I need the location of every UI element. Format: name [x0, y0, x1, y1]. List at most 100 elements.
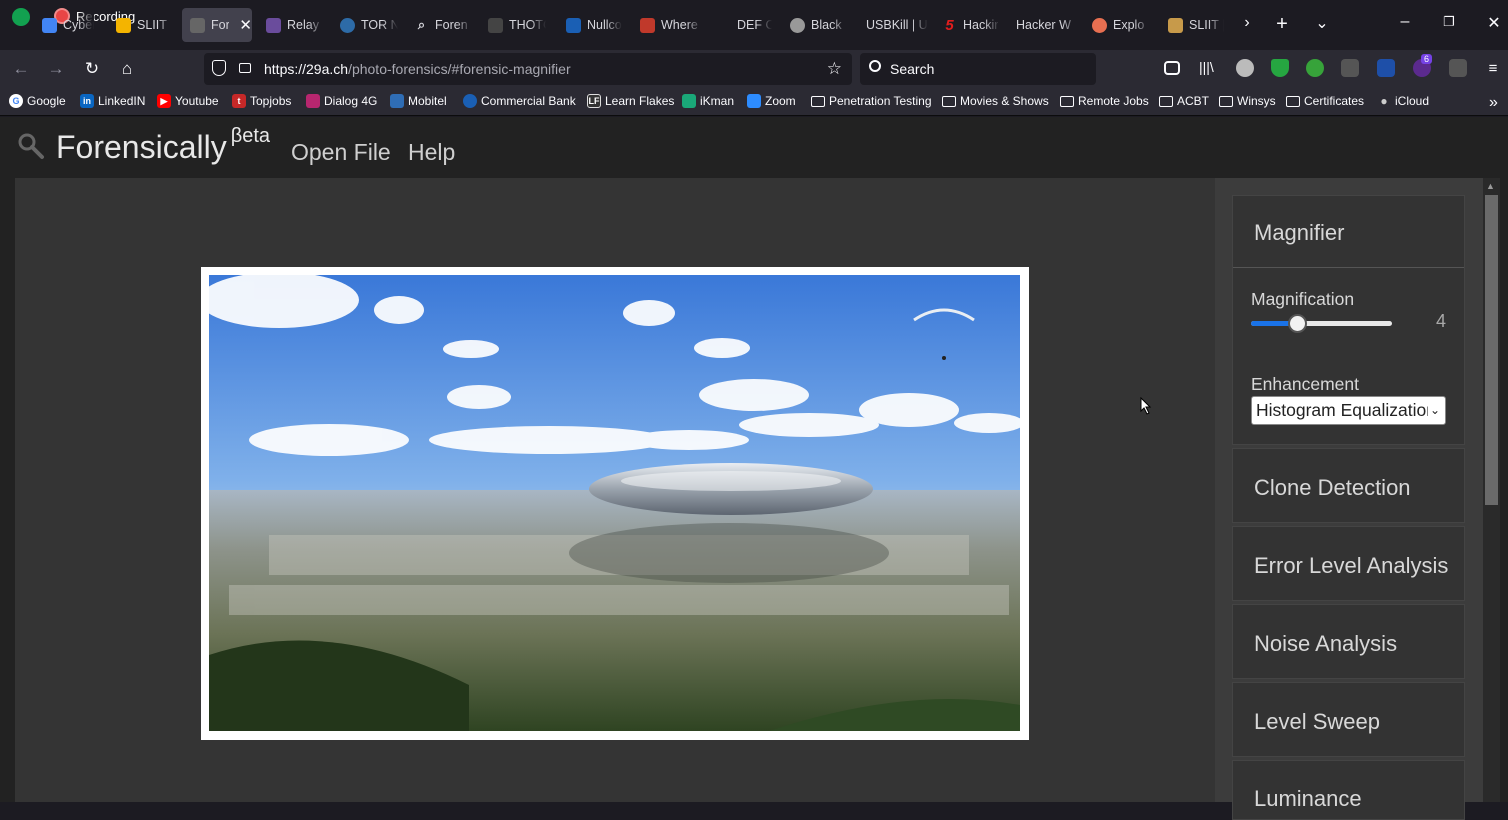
magnification-slider-handle[interactable]: [1287, 314, 1307, 333]
bookmark-learn-flakes[interactable]: LF Learn Flakes: [587, 94, 674, 108]
green-extension-icon[interactable]: [1306, 59, 1324, 77]
bookmark-zoom[interactable]: Zoom: [747, 94, 796, 108]
analyzed-photo[interactable]: [209, 275, 1020, 731]
scrollbar-thumb[interactable]: [1485, 195, 1498, 505]
bookmark-folder-certificates[interactable]: Certificates: [1286, 94, 1364, 108]
bookmark-label: Topjobs: [250, 94, 292, 108]
sidebar-scrollbar[interactable]: ▲: [1483, 178, 1500, 802]
bookmark-folder-acbt[interactable]: ACBT: [1159, 94, 1209, 108]
adblock-shield-icon[interactable]: [1271, 59, 1289, 77]
reload-icon[interactable]: ↻: [81, 58, 103, 80]
bookmark-folder-remote-jobs[interactable]: Remote Jobs: [1060, 94, 1149, 108]
lock-icon[interactable]: [239, 63, 251, 73]
tab-12[interactable]: 5 Hackir: [934, 8, 1000, 42]
tab-0[interactable]: Cyber: [34, 8, 94, 42]
bookmark-folder-movies[interactable]: Movies & Shows: [942, 94, 1049, 108]
tab-title: For: [211, 18, 230, 32]
back-icon[interactable]: ←: [10, 58, 32, 80]
url-bar[interactable]: https://29a.ch/photo-forensics/#forensic…: [204, 53, 852, 85]
bookmark-label: Commercial Bank: [481, 94, 576, 108]
url-text[interactable]: https://29a.ch/photo-forensics/#forensic…: [264, 61, 571, 77]
page-content: Forensically βeta Open File Help Magnifi…: [0, 117, 1508, 820]
new-tab-icon[interactable]: +: [1271, 13, 1293, 36]
shield-icon: [12, 8, 30, 26]
magnifier-panel-header[interactable]: Magnifier: [1233, 196, 1464, 268]
minimize-icon[interactable]: –: [1394, 13, 1416, 31]
clone-detection-panel[interactable]: Clone Detection: [1232, 448, 1465, 523]
level-sweep-panel[interactable]: Level Sweep: [1232, 682, 1465, 757]
dots-extension-icon[interactable]: [1341, 59, 1359, 77]
search-bar[interactable]: Search: [860, 53, 1096, 85]
enhancement-select[interactable]: Histogram Equalization ⌄: [1251, 396, 1446, 425]
bookmark-commercial-bank[interactable]: Commercial Bank: [463, 94, 576, 108]
tab-scroll-right-icon[interactable]: ›: [1236, 14, 1258, 32]
tab-3[interactable]: Relay: [258, 8, 324, 42]
noise-analysis-panel[interactable]: Noise Analysis: [1232, 604, 1465, 679]
help-link[interactable]: Help: [408, 139, 455, 166]
app-brand: Forensically βeta: [56, 125, 270, 166]
bookmark-label: Winsys: [1237, 94, 1276, 108]
extension-badge: 6: [1421, 54, 1433, 64]
bookmark-label: iCloud: [1395, 94, 1430, 108]
topjobs-icon: t: [232, 94, 246, 108]
close-window-icon[interactable]: ✕: [1483, 13, 1505, 33]
search-icon: ⌕: [417, 17, 426, 32]
forward-icon[interactable]: →: [45, 58, 67, 80]
library-icon[interactable]: |||\: [1199, 59, 1217, 77]
photo-frame: [201, 267, 1029, 740]
folder-icon: [942, 95, 956, 107]
luminance-title: Luminance: [1254, 786, 1362, 811]
bookmark-label: Dialog 4G: [324, 94, 378, 108]
tab-6[interactable]: THOTC: [480, 8, 546, 42]
brand-name: Forensically: [56, 129, 227, 165]
tab-15[interactable]: SLIIT |: [1160, 8, 1224, 42]
close-tab-icon[interactable]: ✕: [239, 16, 252, 34]
magnification-slider[interactable]: [1251, 314, 1392, 333]
bookmark-ikman[interactable]: iKman: [682, 94, 734, 108]
bookmark-google[interactable]: G Google: [9, 94, 66, 108]
thotcon-icon: [488, 17, 503, 33]
tab-5[interactable]: ⌕ Foren: [406, 8, 472, 42]
bookmark-youtube[interactable]: ▶ Youtube: [157, 94, 219, 108]
google-icon: G: [9, 94, 23, 108]
puzzle-extension-icon[interactable]: [1377, 59, 1395, 77]
tab-8[interactable]: Where: [632, 8, 702, 42]
maximize-icon[interactable]: ❐: [1438, 14, 1460, 30]
hamburger-menu-icon[interactable]: ≡: [1482, 58, 1504, 80]
gray-extension-icon[interactable]: [1449, 59, 1467, 77]
url-path: /photo-forensics/#forensic-magnifier: [348, 61, 571, 77]
magnification-label: Magnification: [1251, 289, 1355, 309]
scroll-up-icon[interactable]: ▲: [1486, 181, 1495, 191]
bookmark-linkedin[interactable]: in LinkedIN: [80, 94, 145, 108]
error-level-analysis-panel[interactable]: Error Level Analysis: [1232, 526, 1465, 601]
bookmark-icloud[interactable]: ● iCloud: [1377, 94, 1429, 108]
folder-icon: [1286, 95, 1300, 107]
luminance-panel[interactable]: Luminance: [1232, 760, 1465, 820]
bookmark-topjobs[interactable]: t Topjobs: [232, 94, 291, 108]
bookmark-folder-penetration-testing[interactable]: Penetration Testing: [811, 94, 932, 108]
tab-7[interactable]: Nullco: [558, 8, 622, 42]
open-file-link[interactable]: Open File: [291, 139, 391, 166]
bookmark-dialog[interactable]: Dialog 4G: [306, 94, 377, 108]
tab-9[interactable]: DEF C: [708, 8, 772, 42]
pocket-icon[interactable]: [1164, 61, 1180, 75]
tab-11[interactable]: USBKill | U: [858, 8, 928, 42]
image-canvas-area[interactable]: [15, 178, 1215, 802]
tab-14[interactable]: Explo: [1084, 8, 1150, 42]
exploit-icon: [1092, 17, 1107, 33]
bookmark-mobitel[interactable]: Mobitel: [390, 94, 447, 108]
bookmark-label: Zoom: [765, 94, 796, 108]
extension-icon[interactable]: [1236, 59, 1254, 77]
enhancement-label: Enhancement: [1251, 374, 1359, 394]
bookmarks-overflow-icon[interactable]: »: [1489, 94, 1498, 112]
bookmark-folder-winsys[interactable]: Winsys: [1219, 94, 1276, 108]
list-all-tabs-icon[interactable]: ⌄: [1311, 13, 1333, 33]
tracking-shield-icon[interactable]: [212, 60, 226, 76]
tab-1[interactable]: SLIIT: [108, 8, 174, 42]
home-icon[interactable]: ⌂: [116, 58, 138, 80]
tab-10[interactable]: Black: [782, 8, 848, 42]
tab-13[interactable]: Hacker W: [1008, 8, 1078, 42]
tab-4[interactable]: TOR N: [332, 8, 398, 42]
bookmark-star-icon[interactable]: ☆: [827, 59, 842, 79]
tab-2-active[interactable]: For ✕: [182, 8, 252, 42]
